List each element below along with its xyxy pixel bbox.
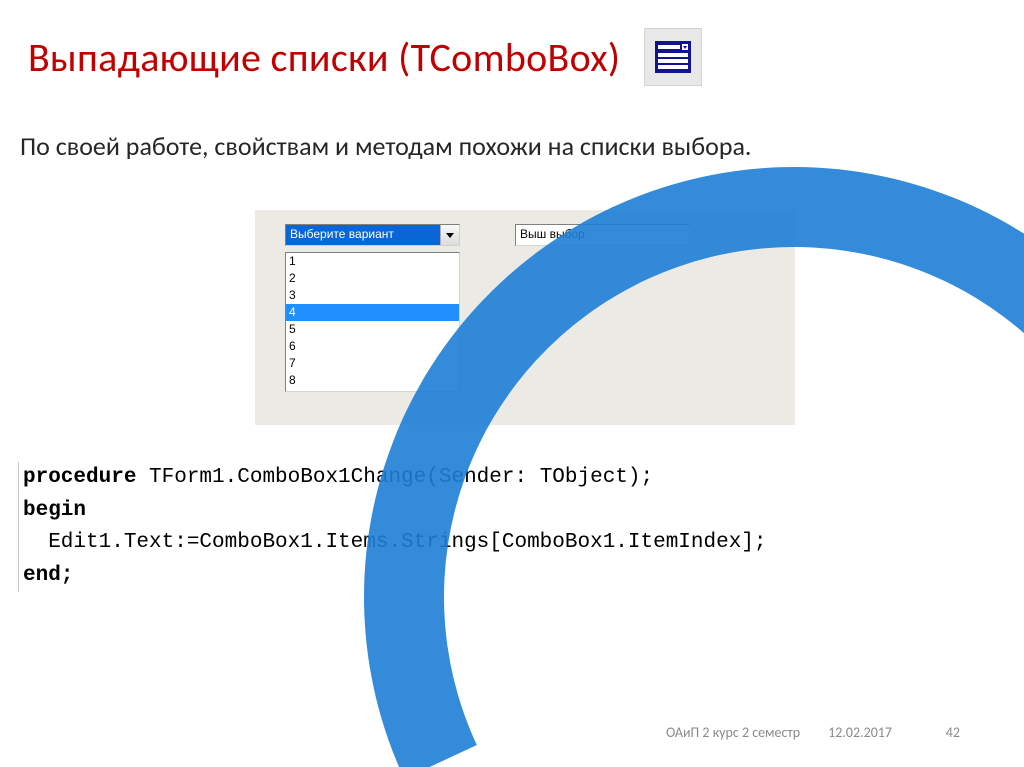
intro-text: По своей работе, свойствам и методам пох… — [20, 130, 752, 163]
list-item[interactable]: 4 — [286, 304, 459, 321]
list-item[interactable]: 6 — [286, 338, 459, 355]
combobox[interactable]: Выберите вариант — [285, 224, 460, 246]
list-item[interactable]: 5 — [286, 321, 459, 338]
code-keyword: begin — [23, 499, 86, 522]
footer-date: 12.02.2017 — [828, 724, 892, 741]
list-item[interactable]: 2 — [286, 270, 459, 287]
slide-title: Выпадающие списки (TComboBox) — [28, 33, 620, 82]
chevron-down-icon — [446, 233, 454, 238]
combobox-dropdown-button[interactable] — [440, 225, 459, 245]
code-keyword: procedure — [23, 466, 136, 489]
footer: ОАиП 2 курс 2 семестр 12.02.2017 42 — [0, 724, 1024, 741]
list-item[interactable]: 1 — [286, 253, 459, 270]
footer-course: ОАиП 2 курс 2 семестр — [666, 724, 800, 741]
combobox-icon — [644, 28, 702, 86]
code-keyword: end; — [23, 564, 73, 587]
combobox-text: Выберите вариант — [286, 225, 440, 245]
title-row: Выпадающие списки (TComboBox) — [28, 28, 996, 86]
list-item[interactable]: 3 — [286, 287, 459, 304]
footer-page: 42 — [920, 724, 960, 741]
